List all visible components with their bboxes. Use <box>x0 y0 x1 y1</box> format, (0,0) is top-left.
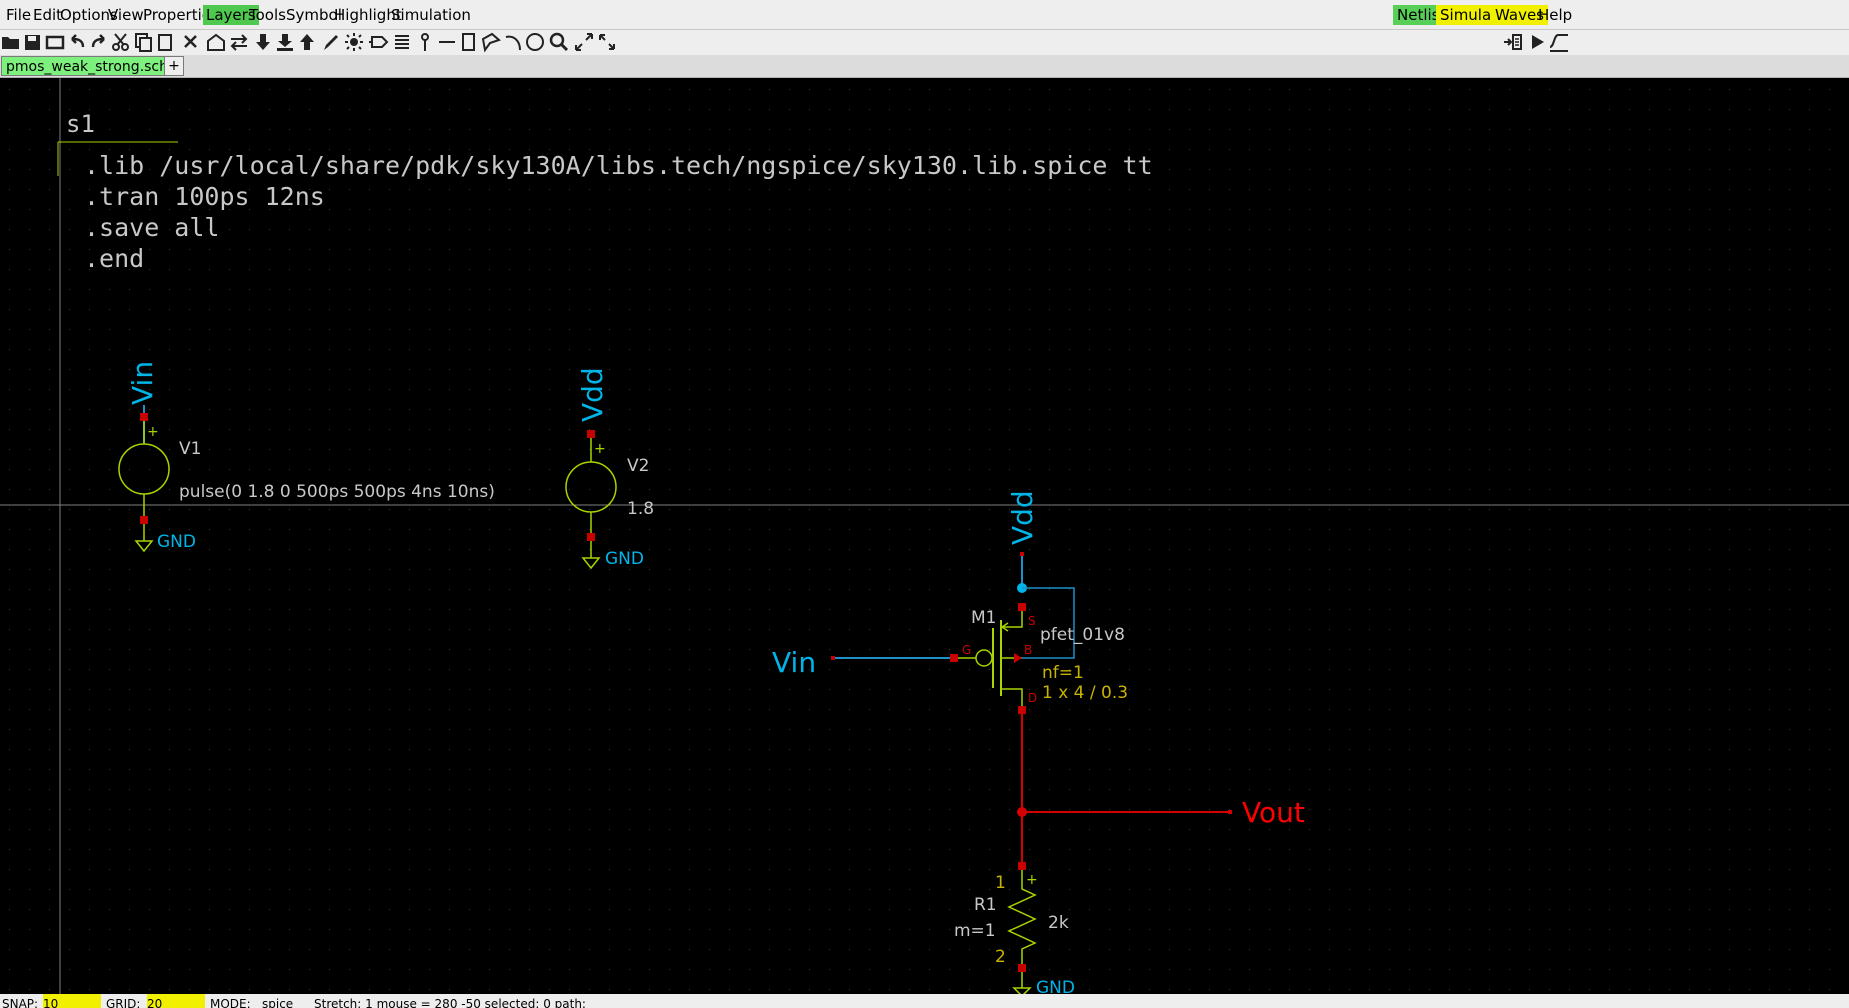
tab-pmos-weak-strong[interactable]: pmos_weak_strong.sch <box>1 56 174 76</box>
snap-label: SNAP: <box>2 997 39 1008</box>
add-tab-button[interactable]: + <box>164 56 184 76</box>
v1-name: V1 <box>179 439 201 459</box>
m1-pin-g: G <box>962 643 971 657</box>
highlight-icon[interactable] <box>343 31 365 53</box>
r1-top-pin <box>1018 862 1026 870</box>
m1-pin-s: S <box>1028 614 1036 628</box>
menu-bar: File Edit Options View Properties Layers… <box>0 0 1849 30</box>
zoom-icon[interactable] <box>548 31 570 53</box>
v1-top-pin <box>140 413 148 421</box>
open-folder-icon[interactable] <box>0 31 22 53</box>
r1-mult: m=1 <box>954 921 996 941</box>
arc-icon[interactable] <box>502 31 524 53</box>
grid-label: GRID: <box>106 997 141 1008</box>
m1-pin-b: B <box>1024 643 1032 657</box>
polygon-icon[interactable] <box>480 31 502 53</box>
delete-icon[interactable] <box>180 31 202 53</box>
toolbar <box>0 30 1849 55</box>
list-icon[interactable] <box>391 31 413 53</box>
v2-name: V2 <box>627 456 649 476</box>
pen-icon[interactable] <box>320 31 342 53</box>
m1-nf: nf=1 <box>1042 663 1084 683</box>
v2-net-label: Vdd <box>576 367 609 422</box>
m1-source-pin <box>1018 603 1026 611</box>
v1-bottom-pin <box>140 516 148 524</box>
r1-plus-sign: + <box>1026 872 1038 888</box>
r1-bottom-pin <box>1018 964 1026 972</box>
m1-name: M1 <box>971 608 996 628</box>
copy-icon[interactable] <box>132 31 154 53</box>
zoom-full-icon[interactable] <box>573 31 595 53</box>
m1-pin-d: D <box>1028 691 1037 705</box>
m1-drain-pin <box>1018 706 1026 714</box>
schematic-canvas[interactable]: s1 .lib /usr/local/share/pdk/sky130A/lib… <box>0 78 1849 994</box>
m1-vdd-label: Vdd <box>1006 490 1039 545</box>
code-line-end: .end <box>84 244 144 273</box>
v1-gnd-label: GND <box>157 532 196 552</box>
rectangle-icon[interactable] <box>458 31 480 53</box>
waves-icon[interactable] <box>1548 31 1570 53</box>
v1-plus-sign: + <box>147 424 159 440</box>
m1-vdd-pin <box>1020 552 1024 556</box>
code-line-lib: .lib /usr/local/share/pdk/sky130A/libs.t… <box>84 151 1153 180</box>
paste-icon[interactable] <box>154 31 176 53</box>
v2-bottom-pin <box>587 533 595 541</box>
pop-icon[interactable] <box>274 31 296 53</box>
code-line-tran: .tran 100ps 12ns <box>84 182 325 211</box>
tab-strip: pmos_weak_strong.sch + <box>0 55 1849 78</box>
r1-name: R1 <box>974 895 997 915</box>
undo-icon[interactable] <box>66 31 88 53</box>
v2-gnd-label: GND <box>605 549 644 569</box>
grid-background <box>0 78 1849 994</box>
save-icon[interactable] <box>22 31 44 53</box>
v1-value: pulse(0 1.8 0 500ps 500ps 4ns 10ns) <box>179 482 495 502</box>
mode-value: spice <box>262 997 294 1008</box>
push-down-icon[interactable] <box>252 31 274 53</box>
menu-simulation[interactable]: Simulation <box>388 5 474 25</box>
v2-value: 1.8 <box>627 499 654 519</box>
grid-input[interactable]: 20 <box>147 994 205 1008</box>
code-block-title: s1 <box>66 110 95 138</box>
swap-icon[interactable] <box>228 31 250 53</box>
v2-top-pin <box>587 430 595 438</box>
mode-label: MODE: <box>210 997 251 1008</box>
v2-plus-sign: + <box>594 441 606 457</box>
netlist-tool-icon[interactable] <box>1502 31 1524 53</box>
save-as-icon[interactable] <box>44 31 66 53</box>
snap-input[interactable]: 10 <box>43 994 101 1008</box>
r1-pin1: 1 <box>995 873 1006 893</box>
simulate-play-icon[interactable] <box>1526 31 1548 53</box>
circle-icon[interactable] <box>524 31 546 53</box>
cut-icon[interactable] <box>110 31 132 53</box>
push-up-icon[interactable] <box>296 31 318 53</box>
vin-gate-pin <box>831 656 835 660</box>
m1-size: 1 x 4 / 0.3 <box>1042 683 1128 703</box>
vout-label: Vout <box>1242 796 1305 829</box>
status-info: Stretch: 1 mouse = 280 -50 selected: 0 p… <box>314 997 586 1008</box>
fullscreen-icon[interactable] <box>596 31 618 53</box>
vin-gate-label: Vin <box>772 646 816 679</box>
vout-label-pin <box>1228 810 1232 814</box>
v1-net-label: Vin <box>126 361 159 405</box>
r1-pin2: 2 <box>995 947 1006 967</box>
code-line-save: .save all <box>84 213 219 242</box>
r1-gnd-label: GND <box>1036 978 1075 994</box>
insert-symbol-icon[interactable] <box>205 31 227 53</box>
wire-icon[interactable] <box>436 31 458 53</box>
m1-gate-pin <box>950 654 958 662</box>
status-bar: SNAP: 10 GRID: 20 MODE: spice Stretch: 1… <box>0 994 1849 1008</box>
pin-icon[interactable] <box>414 31 436 53</box>
menu-help[interactable]: Help <box>1534 5 1576 25</box>
r1-value: 2k <box>1048 913 1069 933</box>
netlabel-icon[interactable] <box>368 31 390 53</box>
redo-icon[interactable] <box>88 31 110 53</box>
m1-model: pfet_01v8 <box>1040 625 1125 645</box>
